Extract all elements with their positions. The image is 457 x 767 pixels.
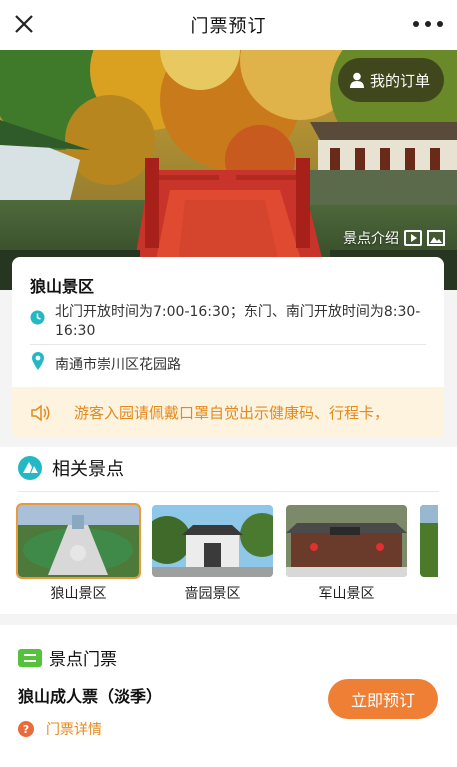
question-icon: ? <box>18 721 34 737</box>
spot-image[interactable] <box>16 503 141 579</box>
related-spots-header: 相关景点 <box>18 455 124 481</box>
scenic-intro-label: 景点介绍 <box>343 231 399 247</box>
image-icon[interactable] <box>427 230 445 246</box>
book-now-button[interactable]: 立即预订 <box>328 679 438 719</box>
more-options-icon[interactable] <box>413 12 443 36</box>
spot-card-partial[interactable] <box>420 505 457 577</box>
spot-label: 啬园景区 <box>184 586 241 602</box>
notice-text: 游客入园请佩戴口罩自觉出示健康码、行程卡， <box>74 404 390 422</box>
tickets-section: 景点门票 狼山成人票（淡季） ? 门票详情 立即预订 <box>0 625 457 767</box>
tickets-title: 景点门票 <box>49 650 117 670</box>
video-icon[interactable] <box>404 230 422 246</box>
ticket-details-link[interactable]: ? 门票详情 <box>18 719 102 739</box>
scenic-name: 狼山景区 <box>30 277 95 296</box>
ticket-icon <box>18 648 42 667</box>
ticket-details-label: 门票详情 <box>46 722 102 738</box>
my-orders-button[interactable]: 我的订单 <box>337 58 444 102</box>
related-spots-section: 相关景点 狼山景区 啬园景区 军山景区 <box>0 447 457 614</box>
spot-label: 军山景区 <box>318 586 375 602</box>
ticket-product-name: 狼山成人票（淡季） <box>18 687 163 706</box>
spot-image[interactable] <box>286 505 407 577</box>
spot-card-junshan[interactable]: 军山景区 <box>286 505 407 603</box>
speaker-icon <box>31 403 50 422</box>
scenic-intro-link[interactable]: 景点介绍 <box>343 228 445 248</box>
scenic-info-card: 狼山景区 北门开放时间为7:00-16:30；东门、南门开放时间为8:30-16… <box>12 257 444 438</box>
divider <box>30 344 426 345</box>
page-title: 门票预订 <box>190 16 267 37</box>
divider <box>18 491 439 492</box>
user-icon <box>349 72 364 88</box>
location-pin-icon <box>32 352 44 370</box>
close-icon[interactable] <box>10 10 38 38</box>
tickets-header: 景点门票 <box>18 645 117 670</box>
related-spots-title: 相关景点 <box>52 459 124 480</box>
spot-label: 狼山景区 <box>50 586 107 602</box>
my-orders-label: 我的订单 <box>369 71 430 90</box>
notice-bar: 游客入园请佩戴口罩自觉出示健康码、行程卡， <box>12 387 444 438</box>
spot-card-seyuan[interactable]: 啬园景区 <box>152 505 273 603</box>
mountain-logo-icon <box>18 456 42 480</box>
opening-hours: 北门开放时间为7:00-16:30；东门、南门开放时间为8:30-16:30 <box>55 304 421 339</box>
spot-image[interactable] <box>420 505 438 577</box>
top-bar: 门票预订 <box>0 0 457 50</box>
scenic-address[interactable]: 南通市崇川区花园路 <box>55 354 181 374</box>
spot-image[interactable] <box>152 505 273 577</box>
spot-card-langshan[interactable]: 狼山景区 <box>16 503 141 603</box>
clock-icon <box>30 310 45 325</box>
